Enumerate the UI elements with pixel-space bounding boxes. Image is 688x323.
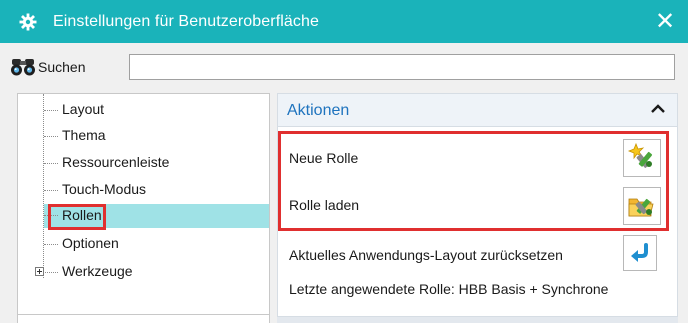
tree-item-label: Touch-Modus: [62, 181, 147, 197]
tree-item-label: Ressourcenleiste: [62, 154, 170, 170]
tree-item-ressourcenleiste[interactable]: Ressourcenleiste: [18, 152, 269, 174]
panel-bottom-strip: [277, 317, 678, 323]
window-title: Einstellungen für Benutzeroberfläche: [53, 12, 319, 30]
search-bar: Suchen: [0, 43, 688, 93]
gear-icon: [17, 11, 39, 33]
tree-item-label: Layout: [62, 101, 105, 117]
chevron-up-icon[interactable]: [649, 100, 667, 118]
red-annotation-box: [48, 204, 106, 230]
panel-title: Aktionen: [287, 102, 350, 119]
last-role-info: Letzte angewendete Rolle: HBB Basis + Sy…: [278, 275, 677, 305]
action-row-new-role: Neue Rolle: [278, 135, 677, 181]
tree-item-touch-modus[interactable]: Touch-Modus: [18, 179, 269, 201]
tree-item-label: Werkzeuge: [62, 263, 133, 279]
tree-item-label: Optionen: [62, 235, 119, 251]
tree-item-optionen[interactable]: Optionen: [18, 233, 269, 255]
panel-body: Neue Rolle Rolle laden Aktuelles Anwendu…: [277, 127, 678, 317]
expand-plus-icon[interactable]: [35, 267, 44, 276]
load-role-label: Rolle laden: [289, 197, 360, 213]
action-row-reset-layout: Aktuelles Anwendungs-Layout zurücksetzen: [278, 235, 677, 275]
new-role-icon: [627, 142, 657, 175]
search-input[interactable]: [129, 54, 675, 80]
title-bar: Einstellungen für Benutzeroberfläche ✕: [0, 0, 688, 43]
load-role-icon: [627, 190, 657, 223]
settings-tree: Layout Thema Ressourcenleiste Touch-Modu…: [17, 93, 270, 323]
reset-layout-button[interactable]: [623, 235, 657, 271]
tree-item-layout[interactable]: Layout: [18, 99, 269, 121]
content-area: Layout Thema Ressourcenleiste Touch-Modu…: [0, 93, 688, 323]
reset-arrow-icon: [628, 240, 652, 267]
binoculars-icon: [9, 55, 39, 79]
load-role-button[interactable]: [623, 187, 661, 225]
close-icon[interactable]: ✕: [652, 9, 678, 35]
tree-item-thema[interactable]: Thema: [18, 125, 269, 147]
tree-item-werkzeuge[interactable]: Werkzeuge: [18, 261, 269, 283]
actions-panel: Aktionen Neue Rolle Rolle laden Aktuelle…: [277, 93, 678, 323]
last-role-label: Letzte angewendete Rolle: HBB Basis + Sy…: [289, 281, 609, 297]
new-role-label: Neue Rolle: [289, 150, 359, 166]
reset-layout-label: Aktuelles Anwendungs-Layout zurücksetzen: [289, 247, 563, 263]
tree-bottom-divider: [18, 314, 269, 315]
tree-item-rollen[interactable]: Rollen: [18, 204, 269, 230]
search-label: Suchen: [38, 59, 86, 75]
action-row-load-role: Rolle laden: [278, 183, 677, 229]
tree-item-label: Thema: [62, 127, 106, 143]
panel-header[interactable]: Aktionen: [277, 93, 678, 127]
new-role-button[interactable]: [623, 139, 661, 177]
